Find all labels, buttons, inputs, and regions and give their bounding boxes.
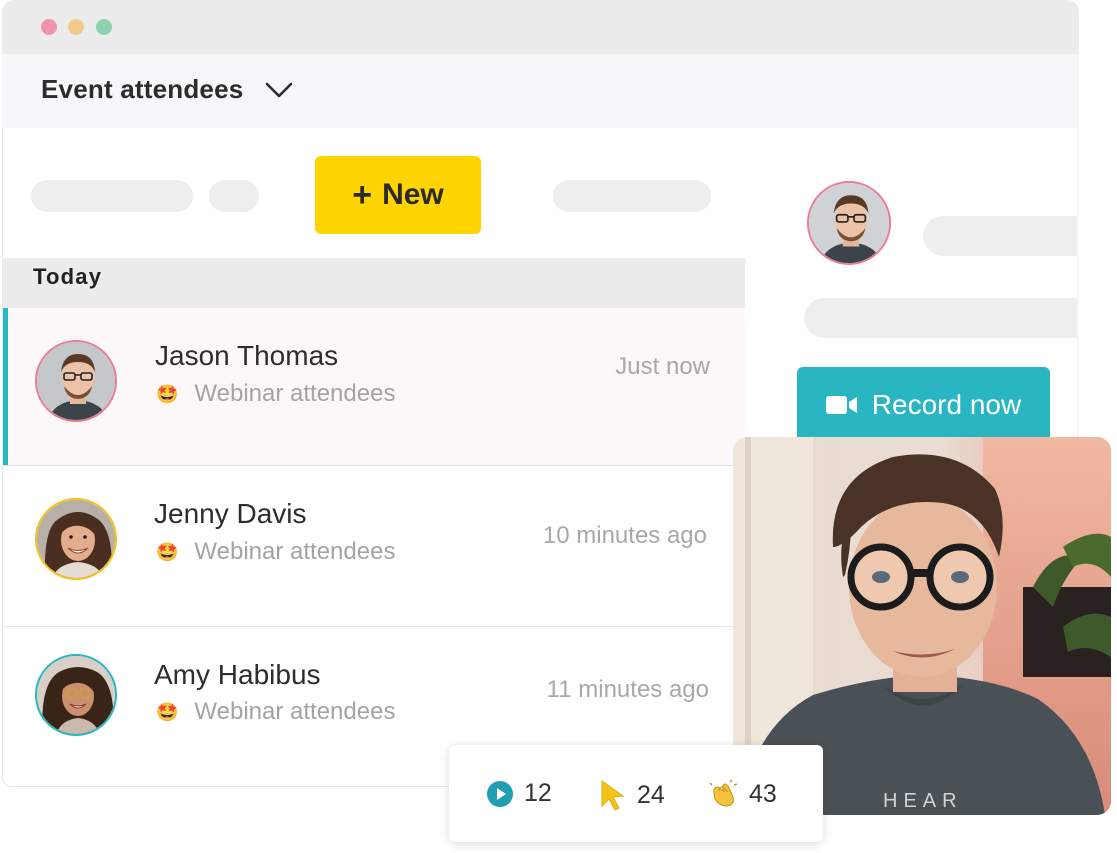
- svg-text:HEAR: HEAR: [883, 790, 963, 812]
- timestamp: 11 minutes ago: [546, 676, 709, 703]
- placeholder-bar: [209, 180, 259, 212]
- segment-label: Webinar attendees: [194, 380, 396, 407]
- avatar: [807, 181, 891, 265]
- play-circle-icon: [487, 780, 513, 807]
- new-button-label: New: [382, 178, 444, 211]
- chevron-down-icon[interactable]: [264, 78, 294, 102]
- attendee-name: Jenny Davis: [154, 498, 307, 529]
- segment-label: Webinar attendees: [194, 538, 396, 565]
- avatar: [35, 498, 117, 580]
- placeholder-bar: [923, 216, 1077, 256]
- engagement-stats: 12 24 43: [449, 745, 823, 842]
- new-button[interactable]: + New: [315, 156, 481, 234]
- section-header-today: Today: [3, 258, 746, 308]
- star-struck-icon: 🤩: [156, 383, 179, 404]
- selected-indicator: [3, 308, 8, 465]
- clicks-count: 24: [637, 780, 665, 809]
- cursor-icon: [601, 780, 625, 811]
- placeholder-bar: [31, 180, 193, 212]
- video-camera-icon: [825, 395, 857, 414]
- maximize-window-dot[interactable]: [96, 19, 112, 35]
- timestamp: 10 minutes ago: [542, 522, 707, 549]
- record-now-label: Record now: [871, 388, 1022, 420]
- record-now-button[interactable]: Record now: [797, 367, 1050, 442]
- attendee-name: Amy Habibus: [154, 659, 321, 690]
- title-bar: [2, 0, 1079, 54]
- placeholder-bar: [804, 298, 1077, 338]
- plays-stat: 12: [486, 779, 552, 808]
- timestamp: Just now: [615, 353, 710, 380]
- attendee-list-pane: + New Today Jason Thomas 🤩 Webinar atten…: [2, 128, 747, 787]
- attendee-name: Jason Thomas: [155, 340, 339, 371]
- avatar: [35, 340, 117, 422]
- star-struck-icon: 🤩: [156, 541, 179, 562]
- close-window-dot[interactable]: [41, 19, 57, 35]
- clapping-hands-icon: [709, 779, 738, 807]
- claps-stat: 43: [709, 779, 777, 809]
- avatar: [35, 654, 117, 736]
- attendee-segment: 🤩 Webinar attendees: [156, 698, 395, 726]
- minimize-window-dot[interactable]: [68, 19, 84, 35]
- clicks-stat: 24: [599, 779, 665, 811]
- placeholder-bar: [553, 180, 711, 212]
- section-title: Today: [33, 264, 103, 289]
- contact-detail-pane: Record now: [745, 128, 1077, 458]
- segment-label: Webinar attendees: [194, 698, 396, 725]
- header-bar: Event attendees: [2, 54, 1079, 128]
- star-struck-icon: 🤩: [156, 701, 179, 722]
- plus-icon: +: [352, 176, 373, 214]
- claps-count: 43: [749, 779, 777, 808]
- list-item[interactable]: Jenny Davis 🤩 Webinar attendees 10 minut…: [3, 465, 746, 627]
- attendee-segment: 🤩 Webinar attendees: [156, 380, 395, 408]
- list-item[interactable]: Jason Thomas 🤩 Webinar attendees Just no…: [3, 308, 746, 466]
- page-title[interactable]: Event attendees: [41, 74, 243, 105]
- attendee-segment: 🤩 Webinar attendees: [156, 538, 395, 566]
- plays-count: 12: [524, 779, 552, 807]
